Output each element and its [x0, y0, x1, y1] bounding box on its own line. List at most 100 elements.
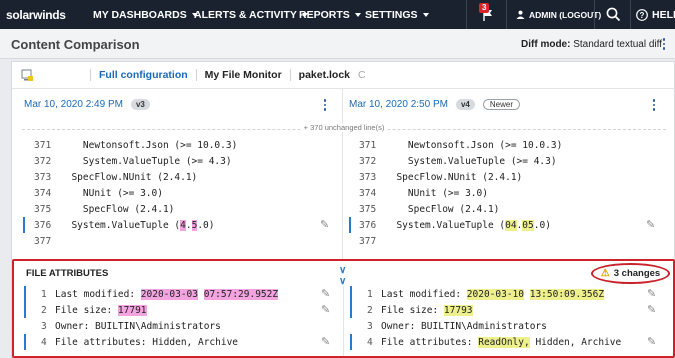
- code-line: 372 System.ValueTuple (>= 4.3): [34, 153, 232, 169]
- nav-settings-label: SETTINGS: [365, 9, 418, 21]
- line-number: 3: [367, 320, 373, 332]
- change-marker: [350, 286, 352, 302]
- right-version-header: Mar 10, 2020 2:50 PM v4 Newer: [349, 93, 520, 115]
- edit-line-pencil-icon[interactable]: ✎: [321, 303, 330, 316]
- left-version-menu[interactable]: [322, 99, 328, 111]
- line-text: Owner: BUILTIN\Administrators: [381, 320, 547, 332]
- line-number: 377: [359, 235, 377, 247]
- page-title: Content Comparison: [11, 37, 140, 52]
- line-text: Hidden, Archive: [529, 336, 622, 348]
- code-line: 375 SpecFlow (2.4.1): [359, 201, 499, 217]
- admin-logout-link[interactable]: ADMIN (LOGOUT): [516, 0, 601, 29]
- right-version-badge: v4: [455, 98, 475, 110]
- comparison-panel: Full configuration My File Monitor paket…: [11, 61, 675, 358]
- code-line: 371 Newtonsoft.Json (>= 10.0.3): [359, 137, 562, 153]
- nav-my-dashboards-label: MY DASHBOARDS: [93, 9, 187, 21]
- left-version-badge: v3: [130, 98, 150, 110]
- column-divider: [343, 286, 344, 356]
- edit-line-pencil-icon[interactable]: ✎: [321, 287, 330, 300]
- change-marker: [350, 302, 352, 318]
- caret-down-icon: [354, 13, 361, 17]
- page-more-menu[interactable]: [661, 38, 667, 50]
- added-text: ReadOnly,: [478, 336, 530, 348]
- line-text: Last modified:: [55, 288, 141, 300]
- code-line: 374 NUnit (>= 3.0): [359, 185, 488, 201]
- breadcrumb-file-monitor[interactable]: My File Monitor: [197, 69, 290, 81]
- edit-line-pencil-icon[interactable]: ✎: [647, 335, 656, 348]
- change-marker: [23, 217, 25, 233]
- search-button[interactable]: [598, 0, 628, 29]
- line-number: 375: [34, 203, 52, 215]
- search-icon: [606, 7, 620, 22]
- changes-count-label: 3 changes: [613, 268, 661, 279]
- unchanged-lines-label: + 370 unchanged line(s): [299, 123, 389, 132]
- code-line: 371 Newtonsoft.Json (>= 10.0.3): [34, 137, 237, 153]
- unchanged-lines-expander[interactable]: + 370 unchanged line(s): [12, 123, 675, 137]
- page-header: Content Comparison Diff mode: Standard t…: [0, 29, 675, 59]
- file-attributes-section: FILE ATTRIBUTES ∨ ∨ ⚠ 3 changes 1 Last mod…: [12, 259, 675, 358]
- diff-mode-value: Standard textual diff: [573, 39, 662, 50]
- line-text: File size:: [381, 304, 444, 316]
- line-text: NUnit (>= 3.0): [385, 187, 488, 199]
- admin-logout-label: ADMIN (LOGOUT): [529, 9, 602, 20]
- line-text: Newtonsoft.Json (>= 10.0.3): [60, 139, 238, 151]
- edit-line-pencil-icon[interactable]: ✎: [321, 335, 330, 348]
- warning-icon: ⚠: [600, 268, 610, 279]
- line-text: Newtonsoft.Json (>= 10.0.3): [385, 139, 563, 151]
- line-number: 373: [34, 171, 52, 183]
- column-divider: [342, 89, 343, 259]
- collapse-chevron-icon[interactable]: ∨ ∨: [339, 265, 346, 287]
- line-number: 374: [34, 187, 52, 199]
- edit-line-pencil-icon[interactable]: ✎: [646, 218, 655, 231]
- caret-down-icon: [422, 13, 429, 17]
- edit-line-pencil-icon[interactable]: ✎: [320, 218, 329, 231]
- nav-divider: [630, 0, 631, 29]
- removed-text: 17791: [117, 304, 147, 316]
- added-text: 2020-03-10: [466, 288, 524, 300]
- line-number: 4: [367, 336, 373, 348]
- line-text: File attributes: Hidden, Archive: [55, 336, 239, 348]
- breadcrumb-truncated: C: [358, 69, 366, 81]
- line-text: File attributes:: [381, 336, 479, 348]
- line-number: 372: [359, 155, 377, 167]
- file-attributes-title: FILE ATTRIBUTES: [26, 268, 109, 279]
- line-number: 376: [34, 219, 52, 231]
- right-version-date[interactable]: Mar 10, 2020 2:50 PM: [349, 99, 448, 110]
- nav-my-dashboards[interactable]: MY DASHBOARDS: [93, 9, 198, 21]
- attribute-line-attributes: 4 File attributes: Hidden, Archive: [41, 334, 238, 350]
- help-link[interactable]: ? HELP: [636, 0, 675, 29]
- diff-mode-selector[interactable]: Diff mode: Standard textual diff: [521, 39, 662, 50]
- line-number: 3: [41, 320, 47, 332]
- nav-reports[interactable]: REPORTS: [299, 9, 361, 21]
- nav-alerts-activity[interactable]: ALERTS & ACTIVITY: [194, 9, 308, 21]
- help-icon: ?: [636, 8, 648, 21]
- line-text: SpecFlow.NUnit (2.4.1): [60, 171, 198, 183]
- attribute-line-modified: 1 Last modified: 2020-03-03 07:57:29.952Z: [41, 286, 279, 302]
- edit-line-pencil-icon[interactable]: ✎: [647, 303, 656, 316]
- notification-count-badge: 3: [479, 3, 490, 13]
- code-line: 377: [359, 233, 385, 249]
- nav-settings[interactable]: SETTINGS: [365, 9, 429, 21]
- breadcrumb-full-configuration[interactable]: Full configuration: [91, 69, 196, 81]
- removed-text: 2020-03-03: [140, 288, 198, 300]
- code-line: 374 NUnit (>= 3.0): [34, 185, 163, 201]
- line-text: .0): [197, 219, 215, 231]
- right-version-menu[interactable]: [651, 99, 657, 111]
- line-number: 371: [34, 139, 52, 151]
- line-text: .0): [533, 219, 551, 231]
- line-text: File size:: [55, 304, 118, 316]
- line-number: 375: [359, 203, 377, 215]
- changes-count-badge: ⚠ 3 changes: [591, 263, 670, 284]
- code-line: 372 System.ValueTuple (>= 4.3): [359, 153, 557, 169]
- left-version-date[interactable]: Mar 10, 2020 2:49 PM: [24, 99, 123, 110]
- top-nav: solarwinds MY DASHBOARDS ALERTS & ACTIVI…: [0, 0, 675, 29]
- code-line-changed: 376 System.ValueTuple (4. 5.0): [34, 217, 214, 233]
- change-marker: [24, 334, 26, 350]
- line-number: 2: [41, 304, 47, 316]
- diff-mode-label: Diff mode:: [521, 39, 571, 50]
- edit-line-pencil-icon[interactable]: ✎: [647, 287, 656, 300]
- nav-divider: [466, 0, 467, 29]
- line-text: System.ValueTuple (>= 4.3): [385, 155, 557, 167]
- solarwinds-logo[interactable]: solarwinds: [0, 8, 84, 22]
- line-text: SpecFlow (2.4.1): [60, 203, 175, 215]
